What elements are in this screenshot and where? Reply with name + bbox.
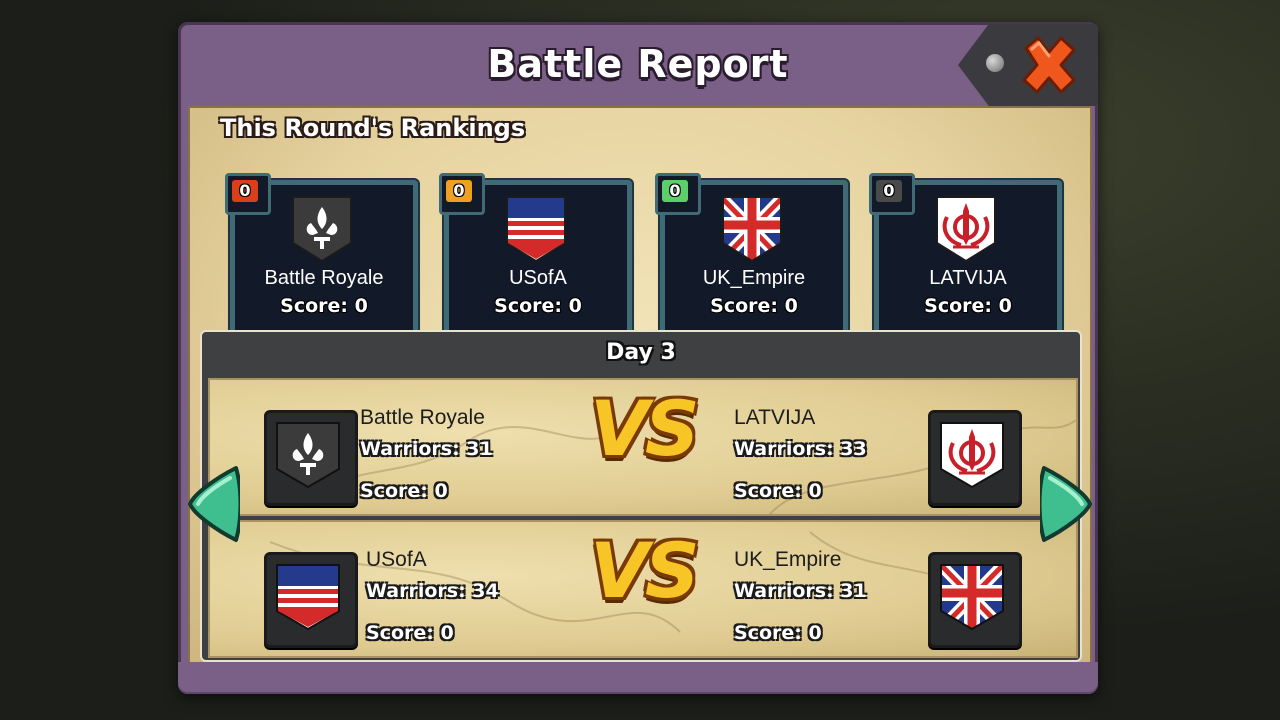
khanda-icon [940,422,1004,489]
close-icon[interactable] [1018,34,1080,96]
rank-value: 0 [876,180,902,202]
left-team-warriors: Warriors: 31 [360,438,493,460]
right-team-flag [928,410,1022,506]
team-name: UK_Empire [702,267,806,289]
right-team-flag [928,552,1022,648]
team-score: Score: 0 [280,295,368,317]
vs-label: VS [590,384,700,473]
left-team-flag [264,410,358,506]
match-row[interactable]: USofA Warriors: 34 Score: 0 VS UK_Empire… [208,520,1078,658]
left-team-name: Battle Royale [360,406,485,429]
ranking-card[interactable]: 0 LATVIJA Score: 0 [869,173,1062,336]
union-jack-icon [722,196,782,263]
left-team-score: Score: 0 [366,622,454,644]
team-score: Score: 0 [710,295,798,317]
rank-badge: 0 [869,173,915,215]
right-team-name: UK_Empire [734,548,842,571]
battle-report-dialog: Battle Report This Round's Rankings 0 Ba… [178,22,1098,694]
team-name: USofA [509,267,567,289]
right-team-score: Score: 0 [734,622,822,644]
ranking-card[interactable]: 0 UK_Empire Score: 0 [655,173,848,336]
khanda-icon [936,196,996,263]
dialog-bottom-bar [178,662,1098,694]
previous-arrow-icon[interactable] [186,464,240,544]
fleur-de-lis-icon [276,422,340,489]
stripes-flag-icon [276,564,340,631]
team-score: Score: 0 [494,295,582,317]
team-name: LATVIJA [929,267,1007,289]
right-team-name: LATVIJA [734,406,816,429]
right-team-warriors: Warriors: 33 [734,438,867,460]
next-arrow-icon[interactable] [1040,464,1094,544]
rank-badge: 0 [439,173,485,215]
vs-label: VS [590,526,700,615]
ranking-card[interactable]: 0 USofA Score: 0 [439,173,632,336]
rank-value: 0 [232,180,258,202]
rank-value: 0 [662,180,688,202]
right-team-score: Score: 0 [734,480,822,502]
ranking-card[interactable]: 0 Battle Royale Score: 0 [225,173,418,336]
left-team-score: Score: 0 [360,480,448,502]
rankings-heading: This Round's Rankings [220,114,526,142]
team-name: Battle Royale [264,267,384,289]
right-team-warriors: Warriors: 31 [734,580,867,602]
indicator-dot-icon [986,54,1004,72]
union-jack-icon [940,564,1004,631]
match-row[interactable]: Battle Royale Warriors: 31 Score: 0 VS L… [208,378,1078,516]
day-label: Day 3 [606,340,676,365]
left-team-flag [264,552,358,648]
fleur-de-lis-icon [292,196,352,263]
rank-badge: 0 [655,173,701,215]
rank-badge: 0 [225,173,271,215]
stripes-flag-icon [506,196,566,263]
day-panel: Day 3 Battle Royale Warriors: 31 Score: … [200,330,1082,662]
rank-value: 0 [446,180,472,202]
left-team-warriors: Warriors: 34 [366,580,499,602]
left-team-name: USofA [366,548,427,571]
team-score: Score: 0 [924,295,1012,317]
